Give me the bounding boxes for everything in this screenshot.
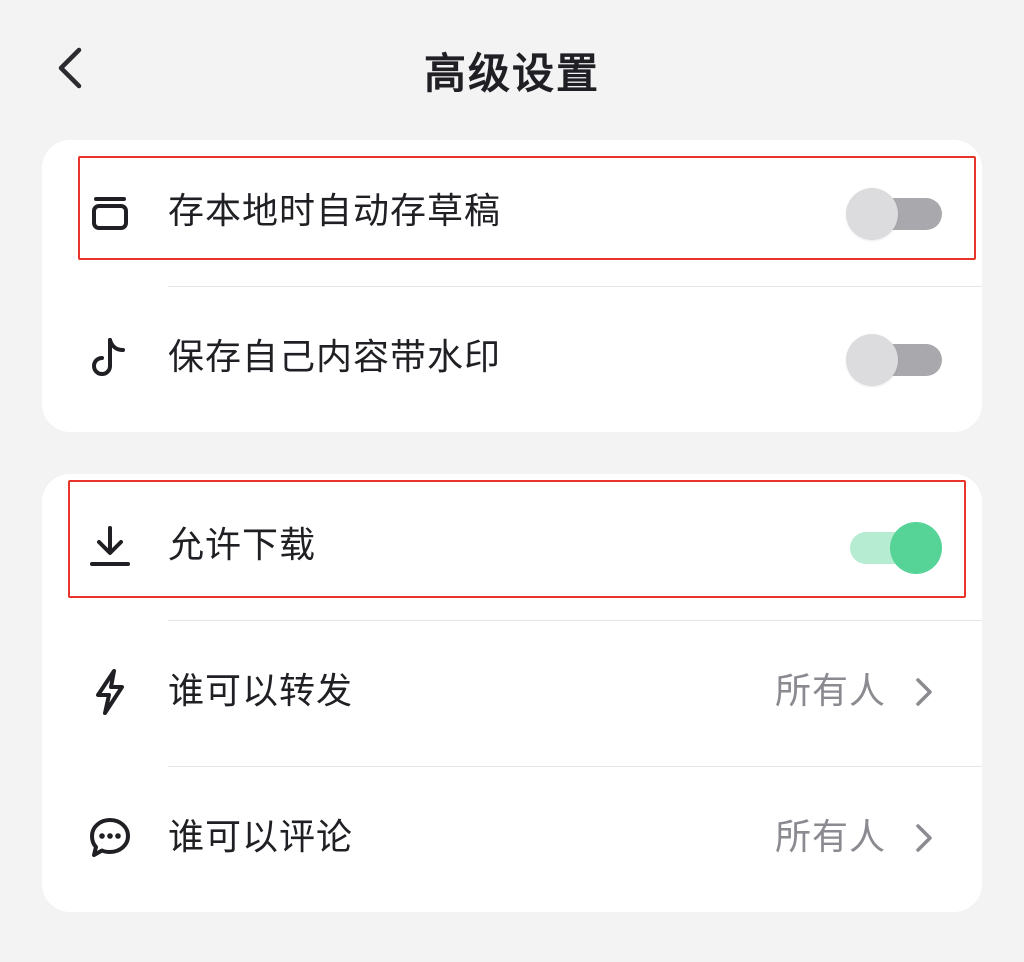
- allow-download-row[interactable]: 允许下载: [42, 474, 982, 620]
- watermark-label: 保存自己内容带水印: [168, 337, 502, 378]
- toggle-knob: [846, 188, 898, 240]
- who-can-share-label: 谁可以转发: [168, 671, 354, 712]
- chevron-right-icon: [910, 674, 938, 710]
- page-title: 高级设置: [423, 49, 600, 98]
- header: 高级设置: [0, 0, 1024, 140]
- watermark-toggle[interactable]: [846, 332, 942, 386]
- auto-save-draft-toggle[interactable]: [846, 186, 942, 240]
- tiktok-note-icon: [82, 330, 138, 386]
- auto-save-draft-label: 存本地时自动存草稿: [168, 191, 502, 232]
- auto-save-draft-row[interactable]: 存本地时自动存草稿: [42, 140, 982, 286]
- allow-download-toggle[interactable]: [846, 520, 942, 574]
- who-can-share-value: 所有人: [774, 671, 886, 712]
- who-can-comment-label: 谁可以评论: [168, 817, 354, 858]
- toggle-knob: [890, 522, 942, 574]
- toggle-knob: [846, 334, 898, 386]
- settings-card-privacy: 允许下载 谁可以转发 所有人 谁可以评论 所有人: [42, 474, 982, 912]
- who-can-comment-row[interactable]: 谁可以评论 所有人: [42, 766, 982, 912]
- who-can-comment-value: 所有人: [774, 817, 886, 858]
- comment-icon: [82, 810, 138, 866]
- chevron-right-icon: [910, 820, 938, 856]
- download-icon: [82, 518, 138, 574]
- settings-card-storage: 存本地时自动存草稿 保存自己内容带水印: [42, 140, 982, 432]
- who-can-share-row[interactable]: 谁可以转发 所有人: [42, 620, 982, 766]
- allow-download-label: 允许下载: [168, 525, 317, 566]
- draft-box-icon: [82, 184, 138, 240]
- watermark-row[interactable]: 保存自己内容带水印: [42, 286, 982, 432]
- lightning-icon: [82, 664, 138, 720]
